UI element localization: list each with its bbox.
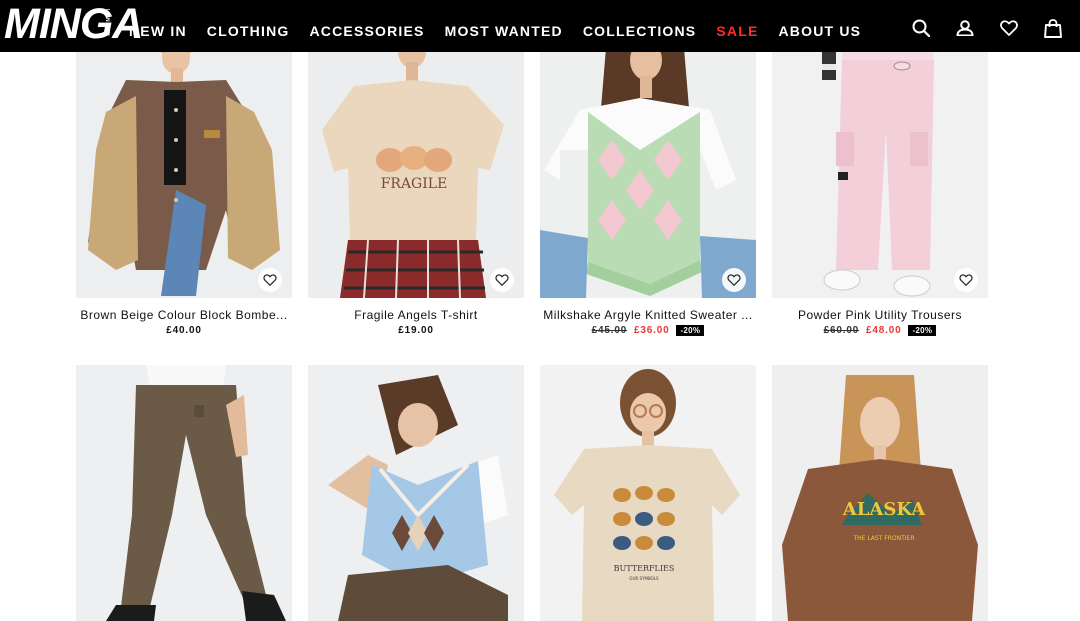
sale-price: £36.00 bbox=[634, 325, 670, 336]
logo-subtext: LONDON bbox=[104, 9, 110, 37]
sweater-print-text: ALASKA bbox=[842, 499, 927, 520]
product-name[interactable]: Milkshake Argyle Knitted Sweater ... bbox=[540, 308, 756, 322]
main-nav: NEW IN CLOTHING ACCESSORIES MOST WANTED … bbox=[129, 0, 881, 52]
product-name[interactable]: Fragile Angels T-shirt bbox=[308, 308, 524, 322]
add-to-wishlist-button[interactable] bbox=[490, 268, 514, 292]
product-image[interactable] bbox=[76, 365, 292, 621]
product-image[interactable]: ALASKA THE LAST FRONTIER bbox=[772, 365, 988, 621]
product-card[interactable]: BUTTERFLIES OUR SYMBOLS bbox=[540, 365, 756, 621]
add-to-wishlist-button[interactable] bbox=[722, 268, 746, 292]
add-to-wishlist-button[interactable] bbox=[954, 268, 978, 292]
product-prices: £40.00 bbox=[76, 325, 292, 336]
nav-accessories[interactable]: ACCESSORIES bbox=[309, 23, 424, 39]
sale-price: £48.00 bbox=[866, 325, 902, 336]
account-icon[interactable] bbox=[954, 18, 976, 38]
product-prices: £45.00 £36.00 -20% bbox=[540, 325, 756, 336]
add-to-wishlist-button[interactable] bbox=[258, 268, 282, 292]
wishlist-icon[interactable] bbox=[998, 18, 1020, 38]
product-price: £40.00 bbox=[166, 325, 202, 336]
product-price: £19.00 bbox=[398, 325, 434, 336]
product-name[interactable]: Brown Beige Colour Block Bombe... bbox=[76, 308, 292, 322]
header-actions bbox=[910, 18, 1064, 38]
sweater-print-subtext: THE LAST FRONTIER bbox=[852, 535, 914, 542]
shirt-print-text: FRAGILE bbox=[381, 176, 448, 192]
nav-new-in[interactable]: NEW IN bbox=[129, 23, 187, 39]
product-card[interactable] bbox=[308, 365, 524, 621]
bag-icon[interactable] bbox=[1042, 18, 1064, 38]
site-header: MINGA LONDON NEW IN CLOTHING ACCESSORIES… bbox=[0, 0, 1080, 52]
discount-badge: -20% bbox=[908, 325, 937, 336]
shirt-print-text: BUTTERFLIES bbox=[614, 564, 675, 573]
shirt-print-subtext: OUR SYMBOLS bbox=[629, 576, 659, 581]
product-image[interactable]: BUTTERFLIES OUR SYMBOLS bbox=[540, 365, 756, 621]
product-name[interactable]: Powder Pink Utility Trousers bbox=[772, 308, 988, 322]
discount-badge: -20% bbox=[676, 325, 705, 336]
nav-sale[interactable]: SALE bbox=[716, 23, 758, 39]
search-icon[interactable] bbox=[910, 18, 932, 38]
original-price: £60.00 bbox=[823, 325, 860, 336]
nav-about-us[interactable]: ABOUT US bbox=[778, 23, 861, 39]
original-price: £45.00 bbox=[591, 325, 628, 336]
product-card[interactable] bbox=[76, 365, 292, 621]
product-card[interactable]: ALASKA THE LAST FRONTIER bbox=[772, 365, 988, 621]
nav-most-wanted[interactable]: MOST WANTED bbox=[445, 23, 563, 39]
logo[interactable]: MINGA LONDON bbox=[4, 0, 143, 48]
logo-text: MINGA bbox=[4, 0, 143, 48]
product-prices: £60.00 £48.00 -20% bbox=[772, 325, 988, 336]
nav-collections[interactable]: COLLECTIONS bbox=[583, 23, 697, 39]
nav-clothing[interactable]: CLOTHING bbox=[207, 23, 290, 39]
product-prices: £19.00 bbox=[308, 325, 524, 336]
product-image[interactable] bbox=[308, 365, 524, 621]
